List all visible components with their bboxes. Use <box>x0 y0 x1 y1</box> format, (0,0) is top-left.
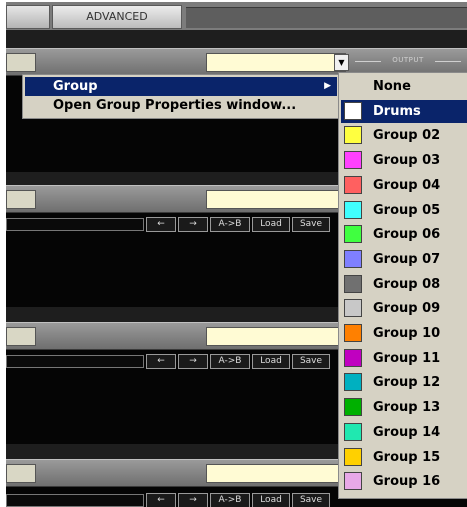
group-menu-item-label: Group 13 <box>373 400 441 416</box>
group-menu-item[interactable]: Group 15 <box>341 446 467 469</box>
group-menu-item-label: Group 08 <box>373 276 441 292</box>
mixer-window: ADVANCED ← → A->B Load Save ← → A->B Loa… <box>6 2 467 507</box>
a-to-b-button[interactable]: A->B <box>210 493 250 507</box>
next-arrow-button[interactable]: → <box>178 217 208 232</box>
channel-name-field[interactable] <box>6 327 36 346</box>
group-color-swatch <box>344 126 362 145</box>
channel-name-field[interactable] <box>6 53 36 72</box>
tab-advanced[interactable]: ADVANCED <box>52 5 182 29</box>
output-dropdown-arrow[interactable]: ▼ <box>334 54 349 71</box>
save-button[interactable]: Save <box>292 217 330 232</box>
group-menu-item[interactable]: Drums <box>341 99 467 123</box>
group-color-swatch <box>344 348 362 367</box>
group-menu-item-label: Group 05 <box>373 202 441 218</box>
menu-item-group[interactable]: Group ▶ <box>25 77 337 96</box>
channel-name-field[interactable] <box>6 190 36 209</box>
group-menu-item-label: Group 09 <box>373 301 441 317</box>
prev-arrow-button[interactable]: ← <box>146 493 176 507</box>
load-button[interactable]: Load <box>252 354 290 369</box>
group-color-swatch <box>344 472 362 491</box>
save-button[interactable]: Save <box>292 354 330 369</box>
group-color-swatch <box>344 200 362 219</box>
group-color-swatch <box>344 151 362 170</box>
a-to-b-button[interactable]: A->B <box>210 217 250 232</box>
next-arrow-button[interactable]: → <box>178 354 208 369</box>
group-menu-item-label: Group 04 <box>373 177 441 193</box>
group-color-swatch <box>344 274 362 293</box>
group-menu-item-label: Group 02 <box>373 128 441 144</box>
menu-item-open-group-properties[interactable]: Open Group Properties window... <box>25 96 337 115</box>
group-menu-item[interactable]: Group 13 <box>341 396 467 419</box>
group-menu-item-label: Drums <box>373 103 421 119</box>
output-field[interactable] <box>206 53 346 72</box>
group-color-swatch <box>344 324 362 342</box>
group-menu-item-label: Group 06 <box>373 227 441 243</box>
tab-previous[interactable] <box>6 5 50 29</box>
group-color-swatch <box>344 422 362 441</box>
load-button[interactable]: Load <box>252 493 290 507</box>
group-color-swatch <box>344 299 362 318</box>
prev-arrow-button[interactable]: ← <box>146 354 176 369</box>
output-field[interactable] <box>206 327 346 346</box>
group-menu-item-label: None <box>373 79 411 94</box>
group-menu-item[interactable]: Group 10 <box>341 322 467 345</box>
group-color-swatch <box>344 249 362 268</box>
group-menu-item[interactable]: Group 14 <box>341 421 467 444</box>
group-menu-item[interactable]: Group 02 <box>341 124 467 147</box>
a-to-b-button[interactable]: A->B <box>210 354 250 369</box>
group-submenu: None Drums Group 02 Group 03 Group 04 Group 0… <box>338 72 467 499</box>
group-menu-item[interactable]: Group 08 <box>341 273 467 296</box>
context-menu: Group ▶ Open Group Properties window... <box>22 74 340 119</box>
preset-name-field[interactable] <box>6 355 144 368</box>
group-color-swatch <box>344 225 362 244</box>
group-color-swatch <box>344 398 362 417</box>
group-menu-item-label: Group 16 <box>373 474 441 490</box>
group-menu-item-label: Group 15 <box>373 449 441 465</box>
group-menu-item-label: Group 10 <box>373 326 441 341</box>
group-menu-item-label: Group 03 <box>373 153 441 169</box>
tab-strip-fill <box>186 7 467 28</box>
group-menu-item[interactable]: Group 12 <box>341 371 467 394</box>
group-menu-item[interactable]: Group 07 <box>341 248 467 271</box>
group-menu-item[interactable]: Group 03 <box>341 149 467 172</box>
group-color-swatch <box>344 175 362 194</box>
group-menu-item[interactable]: None <box>341 75 467 98</box>
prev-arrow-button[interactable]: ← <box>146 217 176 232</box>
load-button[interactable]: Load <box>252 217 290 232</box>
group-menu-item[interactable]: Group 04 <box>341 174 467 197</box>
group-menu-item[interactable]: Group 06 <box>341 223 467 246</box>
preset-name-field[interactable] <box>6 494 144 507</box>
group-menu-item-label: Group 14 <box>373 424 441 440</box>
group-color-swatch <box>344 447 362 466</box>
group-menu-item[interactable]: Group 11 <box>341 347 467 370</box>
menu-item-group-label: Group <box>53 79 98 94</box>
group-menu-item[interactable]: Group 09 <box>341 297 467 320</box>
channel-name-field[interactable] <box>6 464 36 483</box>
output-label: OUTPUT <box>351 56 465 66</box>
tab-strip: ADVANCED <box>6 2 467 30</box>
group-menu-item-label: Group 12 <box>373 375 441 391</box>
group-menu-item[interactable]: Group 05 <box>341 199 467 222</box>
save-button[interactable]: Save <box>292 493 330 507</box>
output-field[interactable] <box>206 190 346 209</box>
submenu-arrow-icon: ▶ <box>324 81 331 91</box>
group-menu-item-label: Group 11 <box>373 350 441 366</box>
group-color-swatch <box>344 101 362 120</box>
preset-name-field[interactable] <box>6 218 144 231</box>
output-field[interactable] <box>206 464 346 483</box>
next-arrow-button[interactable]: → <box>178 493 208 507</box>
group-menu-item-label: Group 07 <box>373 251 441 267</box>
group-color-swatch <box>344 373 362 392</box>
group-menu-item[interactable]: Group 16 <box>341 470 467 493</box>
